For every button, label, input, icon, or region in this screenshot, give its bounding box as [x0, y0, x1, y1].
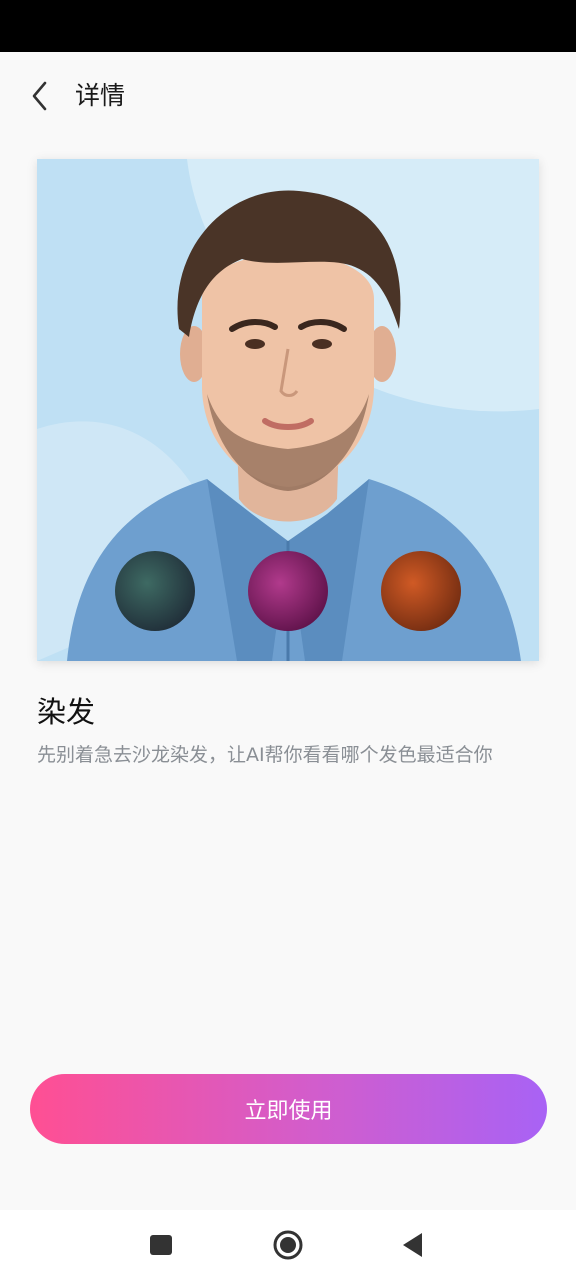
system-navigation-bar — [0, 1210, 576, 1280]
feature-title: 染发 — [37, 695, 96, 729]
swatch-teal-green — [115, 551, 195, 631]
hero-image — [37, 159, 539, 661]
circle-icon — [273, 1230, 303, 1260]
app-header: 详情 — [0, 52, 576, 140]
swatch-magenta — [248, 551, 328, 631]
chevron-left-icon — [32, 81, 47, 111]
home-button[interactable] — [270, 1227, 306, 1263]
use-now-button[interactable]: 立即使用 — [30, 1074, 547, 1144]
page-title: 详情 — [75, 81, 126, 110]
feature-description: 先别着急去沙龙染发，让AI帮你看看哪个发色最适合你 — [37, 744, 493, 766]
triangle-back-icon — [403, 1233, 422, 1257]
back-nav-button[interactable] — [396, 1227, 432, 1263]
status-bar — [0, 0, 576, 52]
square-icon — [150, 1235, 172, 1255]
swatch-copper — [381, 551, 461, 631]
back-button[interactable] — [20, 74, 60, 118]
hair-color-preview-illustration — [37, 159, 539, 661]
recent-apps-button[interactable] — [143, 1227, 179, 1263]
